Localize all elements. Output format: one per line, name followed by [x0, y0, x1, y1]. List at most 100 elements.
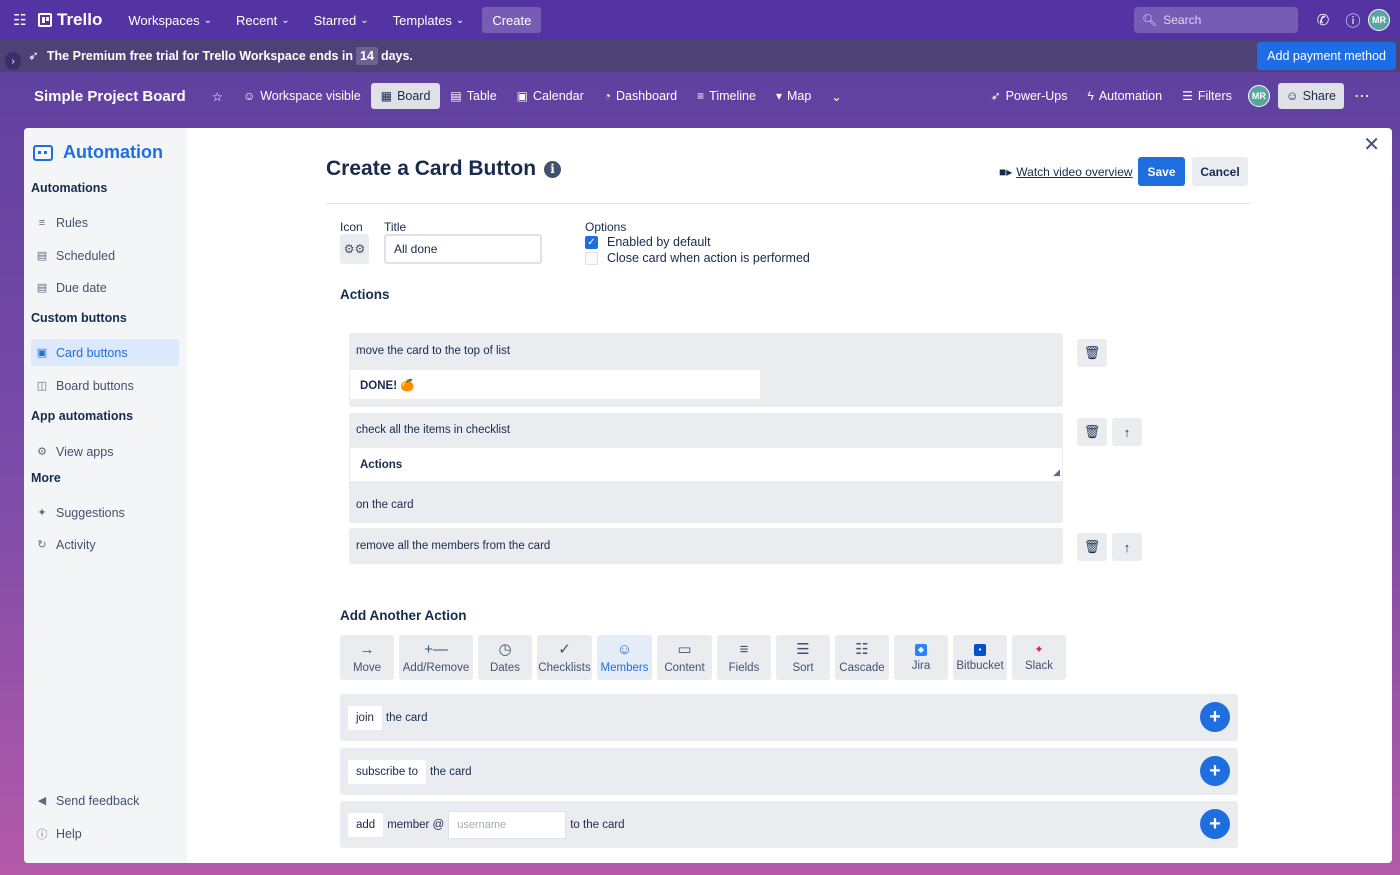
- checklist-name-field[interactable]: Actions: [350, 448, 1062, 481]
- action-verb-chip: subscribe to: [348, 759, 427, 784]
- close-icon[interactable]: ✕: [1363, 132, 1380, 157]
- help-icon[interactable]: ⓘ: [1341, 8, 1365, 32]
- sidebar-item-board-buttons[interactable]: ◫ Board buttons: [31, 372, 179, 399]
- video-camera-icon: ■▸: [999, 165, 1013, 179]
- delete-icon[interactable]: 🗑︎: [1077, 339, 1107, 367]
- action-object-text: the card: [385, 711, 428, 724]
- enabled-checkbox[interactable]: ✓: [585, 236, 598, 249]
- add-payment-button[interactable]: Add payment method: [1257, 42, 1396, 70]
- tile-members[interactable]: ☺ Members: [597, 635, 652, 680]
- action-item: remove all the members from the card: [349, 528, 1063, 564]
- tile-cascade[interactable]: ☷ Cascade: [835, 635, 889, 680]
- username-input[interactable]: username: [448, 810, 567, 839]
- arrow-right-icon: →: [359, 640, 375, 658]
- action-item: check all the items in checklist Actions…: [349, 413, 1063, 523]
- close-card-checkbox[interactable]: [585, 252, 598, 265]
- list-name-field[interactable]: DONE! 🍊: [350, 370, 760, 399]
- star-icon[interactable]: ☆: [202, 83, 233, 109]
- tile-dates[interactable]: ◷ Dates: [478, 635, 532, 680]
- sidebar-item-activity[interactable]: ↻ Activity: [31, 531, 179, 558]
- sidebar-item-scheduled[interactable]: ▤ Scheduled: [31, 242, 179, 269]
- add-action-plus-icon[interactable]: +: [1200, 809, 1230, 839]
- tile-move[interactable]: → Move: [340, 635, 394, 680]
- info-icon[interactable]: i: [544, 160, 562, 178]
- chevron-down-icon: ⌄: [360, 14, 369, 26]
- add-action-row: join the card +: [340, 694, 1238, 741]
- checkmark-icon: ✓: [558, 640, 571, 658]
- jira-icon: ◆: [915, 643, 927, 656]
- tile-bitbucket[interactable]: ▪ Bitbucket: [953, 635, 1007, 680]
- sidebar-item-due-date[interactable]: ▤ Due date: [31, 274, 179, 301]
- view-board[interactable]: ▦ Board: [370, 83, 441, 109]
- sidebar-item-rules[interactable]: ≡ Rules: [31, 209, 179, 236]
- board-icon: ◫: [36, 380, 48, 392]
- more-menu-icon[interactable]: ⋯: [1344, 83, 1380, 109]
- view-dashboard[interactable]: ◔ Dashboard: [594, 83, 687, 109]
- expand-sidebar-icon[interactable]: ›: [5, 52, 21, 70]
- nav-starred[interactable]: Starred ⌄: [302, 6, 381, 34]
- add-action-plus-icon[interactable]: +: [1200, 756, 1230, 786]
- dashboard-icon: ◔: [603, 89, 611, 103]
- board-member-avatar[interactable]: MR: [1247, 85, 1270, 107]
- app-switcher-icon[interactable]: ☷: [10, 10, 30, 30]
- resize-handle-icon[interactable]: ◢: [1053, 467, 1060, 521]
- view-map[interactable]: ▾ Map: [766, 83, 821, 109]
- nav-workspaces[interactable]: Workspaces ⌄: [116, 6, 224, 34]
- nav-templates[interactable]: Templates ⌄: [381, 6, 477, 34]
- power-ups-button[interactable]: ➶ Power-Ups: [981, 83, 1078, 109]
- chevron-down-icon: ⌄: [455, 14, 465, 26]
- sidebar-item-help[interactable]: ⓘ Help: [31, 820, 179, 847]
- stack-icon: ☷: [855, 640, 869, 658]
- arrow-up-icon[interactable]: ↑: [1112, 418, 1142, 446]
- more-views-chevron-icon[interactable]: ⌄: [821, 83, 851, 109]
- cancel-button[interactable]: Cancel: [1192, 157, 1248, 186]
- view-calendar[interactable]: ▣ Calendar: [507, 83, 594, 109]
- enabled-label: Enabled by default: [607, 235, 711, 249]
- action-item: move the card to the top of list DONE! 🍊: [349, 333, 1063, 407]
- board-title[interactable]: Simple Project Board: [34, 88, 186, 105]
- tile-checklists[interactable]: ✓ Checklists: [537, 635, 592, 680]
- tile-content[interactable]: ▭ Content: [657, 635, 712, 680]
- nav-recent[interactable]: Recent ⌄: [224, 6, 302, 34]
- tile-slack[interactable]: ✦ Slack: [1012, 635, 1066, 680]
- tile-sort[interactable]: ☰ Sort: [776, 635, 830, 680]
- add-action-plus-icon[interactable]: +: [1200, 702, 1230, 732]
- save-button[interactable]: Save: [1138, 157, 1185, 186]
- board-icon: ▦: [380, 89, 393, 103]
- watch-video-link[interactable]: ■▸ Watch video overview: [999, 165, 1133, 179]
- sidebar-item-view-apps[interactable]: ⚙ View apps: [31, 438, 179, 465]
- people-icon: ☺: [242, 89, 256, 103]
- view-table[interactable]: ▤ Table: [440, 83, 506, 109]
- delete-icon[interactable]: 🗑︎: [1077, 533, 1107, 561]
- tile-fields[interactable]: ≡ Fields: [717, 635, 771, 680]
- calendar-icon: ▤: [36, 250, 48, 262]
- automation-button[interactable]: ϟ Automation: [1077, 83, 1172, 109]
- banner-text: The Premium free trial for Trello Worksp…: [46, 49, 354, 63]
- map-pin-icon: ▾: [775, 89, 782, 103]
- view-timeline[interactable]: ≡ Timeline: [687, 83, 766, 109]
- visibility-button[interactable]: ☺ Workspace visible: [233, 83, 371, 109]
- title-input[interactable]: All done: [384, 234, 542, 264]
- create-button[interactable]: Create: [482, 7, 542, 33]
- tile-jira[interactable]: ◆ Jira: [894, 635, 948, 680]
- calendar-icon: ▤: [36, 282, 48, 294]
- arrow-up-icon[interactable]: ↑: [1112, 533, 1142, 561]
- plus-minus-icon: +—: [424, 640, 448, 658]
- trello-logo-icon: [38, 13, 52, 27]
- filters-button[interactable]: ☰ Filters: [1172, 83, 1242, 109]
- sidebar-item-card-buttons[interactable]: ▣ Card buttons: [31, 339, 179, 366]
- share-button[interactable]: ☺ Share: [1277, 83, 1344, 109]
- comment-icon: ▭: [677, 640, 692, 658]
- gears-icon[interactable]: ⚙⚙: [340, 234, 369, 264]
- chevron-down-icon: ⌄: [281, 14, 290, 26]
- sidebar-item-suggestions[interactable]: ✦ Suggestions: [31, 499, 179, 526]
- tile-add-remove[interactable]: +— Add/Remove: [399, 635, 473, 680]
- trello-logo[interactable]: Trello: [38, 10, 102, 30]
- delete-icon[interactable]: 🗑︎: [1077, 418, 1107, 446]
- notifications-icon[interactable]: ✆: [1311, 8, 1335, 32]
- sidebar-item-send-feedback[interactable]: ◀ Send feedback: [31, 787, 179, 814]
- lightning-icon: ϟ: [1087, 89, 1094, 103]
- search-input[interactable]: 🔍︎ Search: [1134, 7, 1298, 33]
- section-automations: Automations: [31, 181, 108, 195]
- user-avatar[interactable]: MR: [1368, 9, 1390, 31]
